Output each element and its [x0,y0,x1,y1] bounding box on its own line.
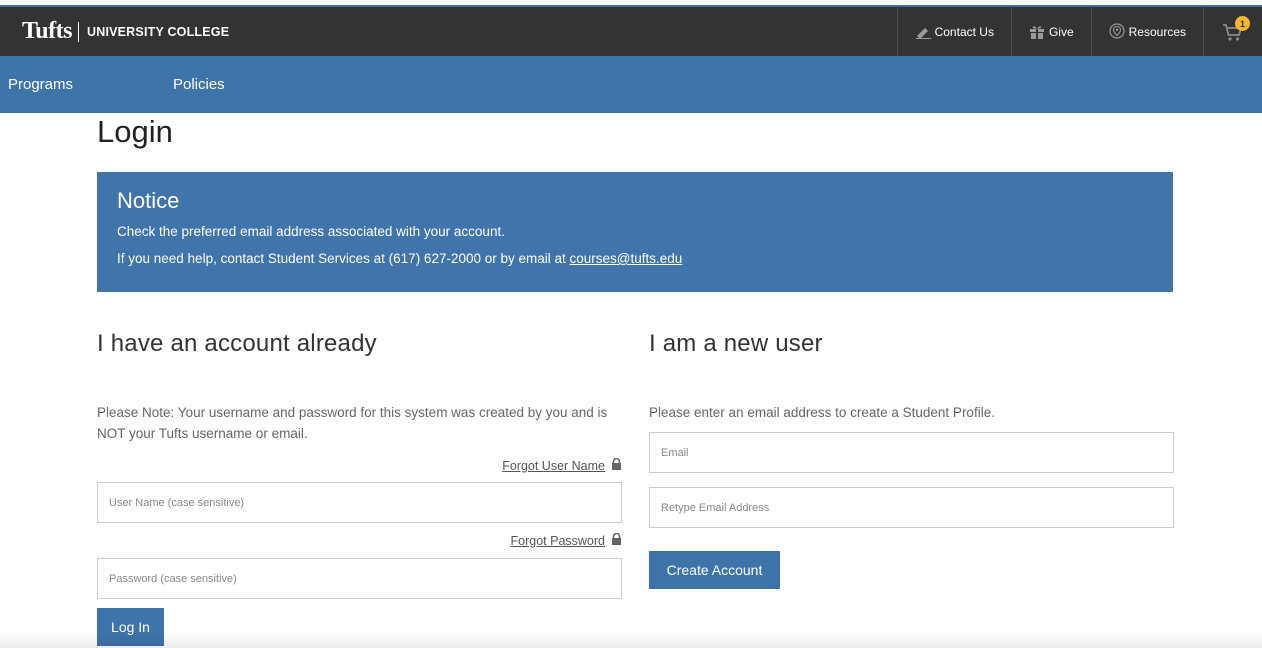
pencil-icon [915,25,931,39]
notice-title: Notice [117,188,180,213]
resources-label: Resources [1128,24,1186,39]
new-user-note: Please enter an email address to create … [649,405,995,420]
existing-account-heading: I have an account already [97,330,377,357]
contact-us-label: Contact Us [934,24,994,39]
forgot-password-label: Forgot Password [510,533,605,548]
support-email-link[interactable]: courses@tufts.edu [570,251,683,266]
resources-link[interactable]: Resources [1090,7,1203,56]
notice-help-prefix: If you need help, contact Student Servic… [117,251,570,266]
contact-us-link[interactable]: Contact Us [896,7,1011,56]
forgot-username-link[interactable]: Forgot User Name [502,457,622,473]
brand-subtitle: UNIVERSITY COLLEGE [86,24,230,39]
create-account-button[interactable]: Create Account [649,551,780,589]
login-button[interactable]: Log In [97,608,164,646]
lock-icon [611,457,622,473]
location-pin-icon [1109,22,1125,41]
give-label: Give [1048,24,1074,39]
notice-panel: Notice Check the preferred email address… [97,172,1173,292]
retype-email-input[interactable] [649,487,1174,528]
nav-programs[interactable]: Programs [8,76,73,93]
bottom-shadow [0,632,1262,648]
username-note: Please Note: Your username and password … [97,405,608,441]
password-input[interactable] [97,558,622,599]
forgot-password-link[interactable]: Forgot Password [510,532,622,548]
page-title: Login [97,114,173,149]
username-input[interactable] [97,482,622,523]
main-nav: Programs Policies [0,56,1262,113]
nav-policies[interactable]: Policies [173,76,225,93]
forgot-username-label: Forgot User Name [502,458,605,473]
cart-button[interactable]: 1 [1203,7,1262,56]
give-link[interactable]: Give [1010,7,1091,56]
brand-logo[interactable]: Tufts UNIVERSITY COLLEGE [22,7,229,56]
brand-divider [77,21,79,42]
utility-nav: Contact Us Give Resources 1 [896,7,1262,56]
notice-text: Check the preferred email address associ… [117,224,505,239]
lock-icon [611,532,622,548]
email-input[interactable] [649,432,1174,473]
top-bar: Tufts UNIVERSITY COLLEGE Contact Us Give… [0,5,1262,56]
gift-icon [1029,25,1045,39]
notice-help-text: If you need help, contact Student Servic… [117,251,1153,266]
new-user-heading: I am a new user [649,330,823,357]
cart-count-badge: 1 [1235,16,1250,31]
brand-name: Tufts [22,18,72,44]
